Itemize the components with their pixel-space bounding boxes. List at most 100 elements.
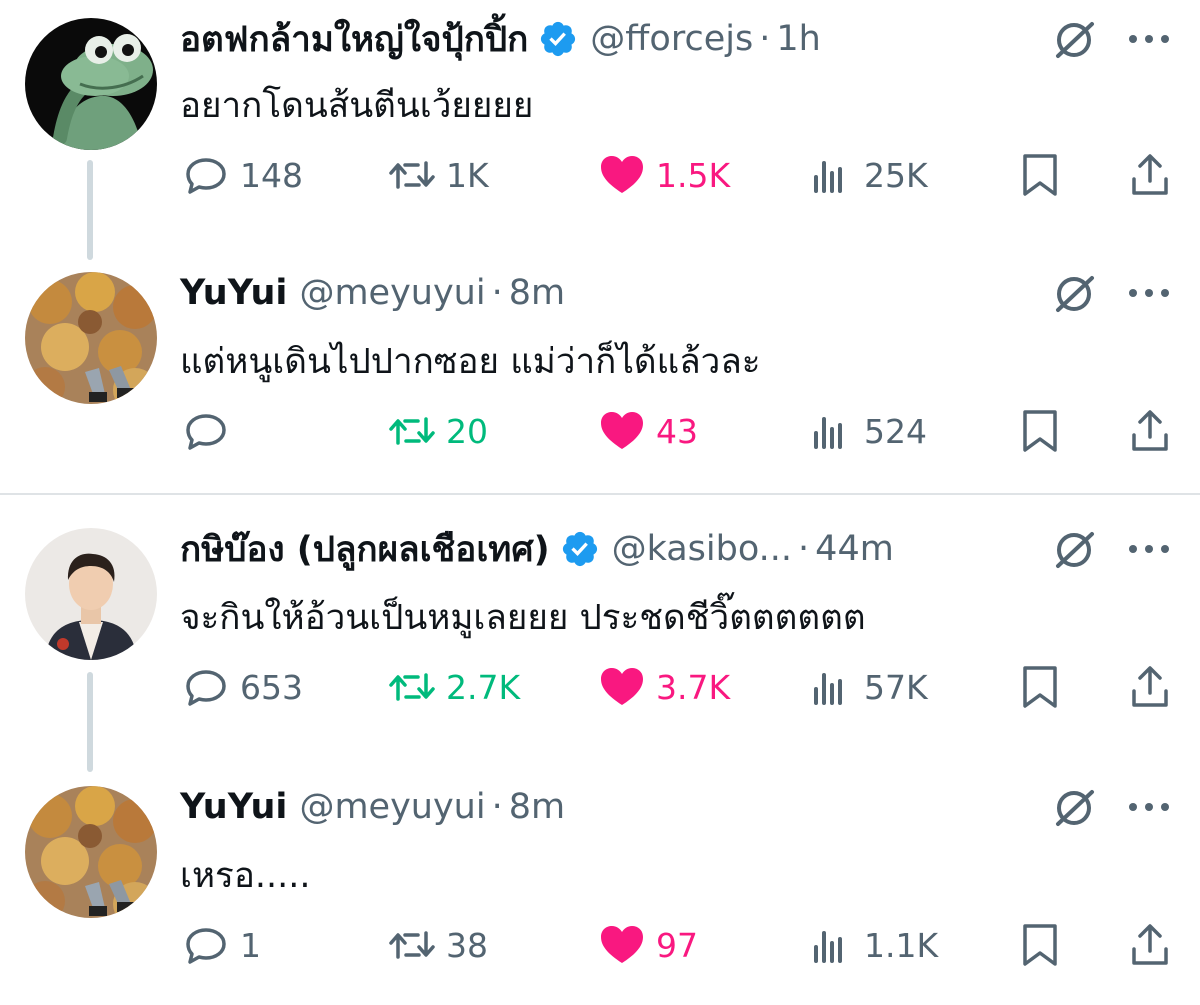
person-avatar-icon	[25, 528, 157, 660]
avatar[interactable]	[25, 272, 157, 404]
timestamp[interactable]: 8m	[509, 273, 565, 313]
like-button[interactable]: 97	[598, 920, 698, 970]
reply-count: 148	[240, 155, 303, 195]
reply-button[interactable]	[182, 406, 240, 456]
share-button[interactable]	[1126, 150, 1174, 200]
tweet-text: เหรอ.....	[180, 856, 311, 896]
views-chart-icon	[814, 931, 842, 963]
retweet-button[interactable]: 20	[388, 406, 488, 456]
tweet[interactable]: YuYui @meyuyui · 8m เหรอ..... 1 38 97 1.…	[0, 772, 1200, 1005]
avatar[interactable]	[25, 528, 157, 660]
tweet-actions: 1 38 97 1.1K	[0, 920, 1200, 970]
share-button[interactable]	[1126, 406, 1174, 456]
retweet-icon	[389, 161, 435, 189]
share-button[interactable]	[1126, 920, 1174, 970]
user-handle[interactable]: @meyuyui	[299, 273, 485, 313]
tweet[interactable]: อตฟกล้ามใหญ่ใจปุ้กปิ้ก @fforcejs · 1h อย…	[0, 0, 1200, 260]
more-options-icon[interactable]	[1128, 544, 1170, 554]
tweet-header: อตฟกล้ามใหญ่ใจปุ้กปิ้ก @fforcejs · 1h	[180, 14, 821, 64]
like-button[interactable]: 3.7K	[598, 662, 730, 712]
like-button[interactable]: 43	[598, 406, 698, 456]
grok-icon[interactable]	[1052, 784, 1100, 832]
views-chart-icon	[814, 417, 842, 449]
view-count: 1.1K	[864, 925, 939, 965]
grok-icon[interactable]	[1052, 16, 1100, 64]
retweet-icon	[389, 417, 435, 445]
separator-dot: ·	[491, 787, 503, 827]
tweet[interactable]: กษิบ๊อง (ปลูกผลเชือเทศ) @kasibo... · 44m…	[0, 512, 1200, 772]
reply-count: 1	[240, 925, 261, 965]
bookmark-icon	[1023, 666, 1057, 708]
heart-filled-icon	[601, 926, 643, 963]
bookmark-button[interactable]	[1016, 406, 1064, 456]
grok-icon[interactable]	[1052, 526, 1100, 574]
retweet-button[interactable]: 1K	[388, 150, 489, 200]
views-button[interactable]: 1.1K	[806, 920, 938, 970]
heart-filled-icon	[601, 156, 643, 193]
bookmark-icon	[1023, 410, 1057, 452]
separator-dot: ·	[491, 273, 503, 313]
separator-dot: ·	[759, 19, 771, 59]
view-count: 57K	[864, 667, 928, 707]
autumn-leaves-avatar-icon	[25, 786, 157, 918]
retweet-count: 20	[446, 411, 488, 451]
like-count: 3.7K	[656, 667, 731, 707]
views-button[interactable]: 57K	[806, 662, 928, 712]
views-button[interactable]: 524	[806, 406, 927, 456]
retweet-count: 1K	[446, 155, 489, 195]
share-icon	[1132, 666, 1168, 707]
more-options-icon[interactable]	[1128, 34, 1170, 44]
timestamp[interactable]: 44m	[815, 529, 894, 569]
views-button[interactable]: 25K	[806, 150, 928, 200]
retweet-button[interactable]: 2.7K	[388, 662, 520, 712]
reply-icon	[186, 670, 226, 706]
heart-filled-icon	[601, 668, 643, 705]
bookmark-icon	[1023, 154, 1057, 196]
bookmark-button[interactable]	[1016, 150, 1064, 200]
grok-icon[interactable]	[1052, 270, 1100, 318]
reply-icon	[186, 928, 226, 964]
separator-dot: ·	[798, 529, 810, 569]
display-name[interactable]: YuYui	[180, 273, 287, 313]
reply-icon	[186, 414, 226, 450]
verified-badge-icon	[541, 21, 576, 57]
share-icon	[1132, 410, 1168, 451]
like-count: 97	[656, 925, 698, 965]
user-handle[interactable]: @meyuyui	[299, 787, 485, 827]
user-handle[interactable]: @fforcejs	[590, 19, 753, 59]
avatar[interactable]	[25, 18, 157, 150]
verified-badge-icon	[562, 531, 597, 567]
display-name[interactable]: กษิบ๊อง (ปลูกผลเชือเทศ)	[180, 522, 550, 577]
like-count: 43	[656, 411, 698, 451]
reply-button[interactable]: 148	[182, 150, 303, 200]
more-options-icon[interactable]	[1128, 802, 1170, 812]
avatar[interactable]	[25, 786, 157, 918]
display-name[interactable]: อตฟกล้ามใหญ่ใจปุ้กปิ้ก	[180, 12, 528, 67]
display-name[interactable]: YuYui	[180, 787, 287, 827]
reply-button[interactable]: 653	[182, 662, 303, 712]
user-handle[interactable]: @kasibo...	[612, 529, 792, 569]
timestamp[interactable]: 8m	[509, 787, 565, 827]
tweet-header: กษิบ๊อง (ปลูกผลเชือเทศ) @kasibo... · 44m	[180, 524, 894, 574]
tweet-actions: 148 1K 1.5K 25K	[0, 150, 1200, 200]
tweet-text: จะกินให้อ้วนเป็นหมูเลยยย ประชดชีวิ๊ตตตตต…	[180, 598, 866, 638]
share-button[interactable]	[1126, 662, 1174, 712]
retweet-icon	[389, 931, 435, 959]
like-button[interactable]: 1.5K	[598, 150, 730, 200]
bookmark-button[interactable]	[1016, 662, 1064, 712]
autumn-leaves-avatar-icon	[25, 272, 157, 404]
bookmark-button[interactable]	[1016, 920, 1064, 970]
reply-button[interactable]: 1	[182, 920, 261, 970]
views-chart-icon	[814, 673, 842, 705]
tweet[interactable]: YuYui @meyuyui · 8m แต่หนูเดินไปปากซอย แ…	[0, 258, 1200, 493]
timestamp[interactable]: 1h	[776, 19, 820, 59]
more-options-icon[interactable]	[1128, 288, 1170, 298]
reply-count: 653	[240, 667, 303, 707]
like-count: 1.5K	[656, 155, 731, 195]
tweet-header: YuYui @meyuyui · 8m	[180, 268, 565, 318]
retweet-count: 2.7K	[446, 667, 521, 707]
share-icon	[1132, 924, 1168, 965]
share-icon	[1132, 154, 1168, 195]
retweet-button[interactable]: 38	[388, 920, 488, 970]
thread-divider	[0, 493, 1200, 495]
